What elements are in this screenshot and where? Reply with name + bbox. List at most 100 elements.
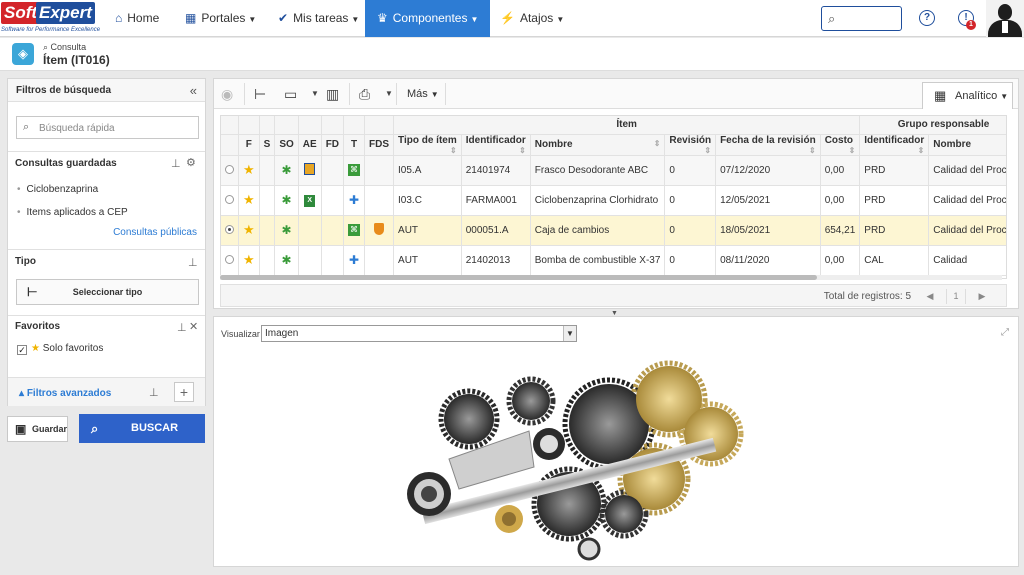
- hierarchy-icon[interactable]: ⊢: [254, 85, 266, 103]
- row-radio[interactable]: [225, 255, 234, 265]
- star-icon[interactable]: ★: [243, 192, 255, 207]
- pin-icon[interactable]: ⊥: [149, 386, 159, 399]
- col-header-so[interactable]: SO: [274, 134, 299, 156]
- nav-portales[interactable]: ▦ Portales ▼: [185, 0, 256, 37]
- view-mode-label: Analítico: [955, 90, 998, 102]
- cell-name: Ciclobenzaprina Clorhidrato: [530, 185, 666, 216]
- grid-toolbar: ◉ ⊢ ▭ ▼ ▥ ⎙ ▼ Más ▼ ▦ Analítico ▼: [214, 79, 1018, 109]
- table-row[interactable]: ★ ✱ ⌘ I05.A 21401974 Frasco Desodorante …: [221, 155, 1006, 186]
- pin-icon[interactable]: ⊥: [188, 256, 198, 269]
- softexpert-logo[interactable]: Soft Expert Software for Performance Exc…: [0, 0, 100, 37]
- col-header-fd[interactable]: FD: [321, 134, 345, 156]
- top-bar: Soft Expert Software for Performance Exc…: [0, 0, 1024, 37]
- workflow-icon[interactable]: ⌘: [348, 224, 361, 236]
- window-icon[interactable]: ▭: [284, 85, 297, 103]
- page-header: ◈ ⌕ Consulta Ítem (IT016): [0, 38, 1024, 71]
- col-header-group-name[interactable]: Nombre: [928, 134, 1006, 156]
- saved-queries-title: Consultas guardadas: [15, 158, 117, 169]
- save-button[interactable]: ▣ Guardar: [7, 416, 68, 442]
- next-page-icon[interactable]: ▶: [972, 289, 992, 304]
- row-radio[interactable]: [225, 165, 234, 175]
- sort-icon: ⇕: [808, 145, 816, 155]
- table-row-selected[interactable]: ★ ✱ ⌘ AUT 000051.A Caja de cambios 0 18/…: [221, 215, 1006, 246]
- prev-page-icon[interactable]: ◀: [920, 289, 940, 304]
- select-type-button[interactable]: ⊢ Seleccionar tipo: [16, 279, 199, 305]
- page-number[interactable]: 1: [946, 289, 966, 304]
- col-header-f[interactable]: F: [238, 134, 260, 156]
- document-icon[interactable]: [304, 162, 316, 175]
- table-row[interactable]: ★ ✱ X ✚ I03.C FARMA001 Ciclobenzaprina C…: [221, 185, 1006, 216]
- pin-icon[interactable]: ⊥: [177, 321, 187, 334]
- home-icon: ⌂: [115, 11, 123, 25]
- star-icon[interactable]: ★: [243, 252, 255, 267]
- saved-query-item[interactable]: Items aplicados a CEP: [17, 207, 128, 218]
- col-header-fds[interactable]: FDS: [364, 134, 395, 156]
- view-mode-dropdown[interactable]: ▦ Analítico ▼: [922, 82, 1013, 109]
- col-header-revision-date[interactable]: Fecha de la revisión ⇕: [715, 134, 821, 156]
- col-header-item-type[interactable]: Tipo de ítem ⇕: [393, 134, 462, 156]
- nav-componentes[interactable]: ♛ Componentes ▼: [365, 0, 491, 37]
- table-row[interactable]: ★ ✱ ✚ AUT 21402013 Bomba de combustible …: [221, 245, 1006, 276]
- col-header-name[interactable]: Nombre ⇕: [530, 134, 666, 156]
- horizontal-scrollbar[interactable]: [220, 275, 1002, 280]
- nav-atajos[interactable]: ⚡ Atajos ▼: [500, 0, 564, 37]
- cell-item-type: AUT: [393, 215, 462, 246]
- portal-icon: ▦: [185, 11, 197, 25]
- row-radio[interactable]: [225, 195, 234, 205]
- caret-down-icon[interactable]: ▼: [311, 85, 319, 103]
- chart-icon[interactable]: ▥: [326, 85, 339, 103]
- col-header-t[interactable]: T: [343, 134, 366, 156]
- cell-cost: 0,00: [820, 155, 861, 186]
- cell-item-type: I03.C: [393, 185, 462, 216]
- shield-icon[interactable]: [374, 222, 385, 235]
- col-header-revision[interactable]: Revisión ⇕: [664, 134, 717, 156]
- cell-group-identifier: CAL: [859, 245, 930, 276]
- printer-icon[interactable]: ⎙: [359, 85, 370, 103]
- cell-group-identifier: PRD: [859, 155, 930, 186]
- gear-check-icon: ✱: [281, 253, 292, 267]
- user-avatar[interactable]: [986, 0, 1024, 37]
- hierarchy-icon: ⊢: [27, 285, 38, 299]
- star-icon[interactable]: ★: [243, 222, 255, 237]
- pin-icon[interactable]: ⊥: [171, 157, 181, 170]
- search-button[interactable]: ⌕ BUSCAR: [79, 414, 205, 443]
- col-header-identifier[interactable]: Identificador ⇕: [461, 134, 531, 156]
- global-search-input[interactable]: ⌕: [821, 6, 902, 31]
- col-header-s[interactable]: S: [259, 134, 276, 156]
- nav-mis-tareas[interactable]: ✔ Mis tareas ▼: [278, 0, 359, 37]
- table-icon: ▦: [934, 88, 947, 103]
- more-label: Más: [407, 88, 428, 100]
- col-header-cost[interactable]: Costo ⇕: [820, 134, 861, 156]
- nav-home[interactable]: ⌂ Home: [115, 0, 159, 37]
- puzzle-icon[interactable]: ✚: [349, 193, 359, 207]
- caret-down-icon[interactable]: ▼: [385, 85, 393, 103]
- col-header-ae[interactable]: AE: [298, 134, 322, 156]
- quick-search-input[interactable]: ⌕ Búsqueda rápida: [16, 116, 199, 139]
- collapse-icon[interactable]: «: [190, 83, 197, 98]
- col-header-group-identifier[interactable]: Identificador ⇕: [859, 134, 930, 156]
- eye-icon[interactable]: ◉: [221, 85, 233, 103]
- cell-cost: 654,21: [820, 215, 861, 246]
- expand-icon[interactable]: ⤢: [1001, 327, 1009, 338]
- public-queries-link[interactable]: Consultas públicas: [113, 227, 197, 238]
- row-radio[interactable]: [225, 225, 234, 235]
- star-icon[interactable]: ★: [243, 162, 255, 177]
- total-records: Total de registros: 5: [823, 291, 911, 302]
- add-filter-button[interactable]: +: [174, 382, 194, 402]
- workflow-icon[interactable]: ⌘: [348, 164, 361, 176]
- cell-revision-date: 07/12/2020: [715, 155, 821, 186]
- sort-icon: ⇕: [519, 145, 526, 155]
- excel-icon[interactable]: X: [304, 194, 316, 207]
- gear-icon[interactable]: ⚙: [186, 156, 196, 169]
- saved-query-item[interactable]: Ciclobenzaprina: [17, 184, 99, 195]
- more-menu[interactable]: Más ▼: [407, 88, 439, 100]
- favorites-only-checkbox[interactable]: ✓: [17, 345, 27, 355]
- filters-title: Filtros de búsqueda: [16, 85, 112, 96]
- advanced-filters-label: Filtros avanzados: [26, 388, 112, 399]
- puzzle-icon[interactable]: ✚: [349, 253, 359, 267]
- clear-icon[interactable]: ✕: [189, 320, 198, 333]
- help-icon[interactable]: ?: [919, 10, 935, 26]
- sort-icon: ⇕: [848, 145, 856, 155]
- cell-revision: 0: [664, 155, 717, 186]
- advanced-filters-toggle[interactable]: ▴ Filtros avanzados: [19, 388, 111, 399]
